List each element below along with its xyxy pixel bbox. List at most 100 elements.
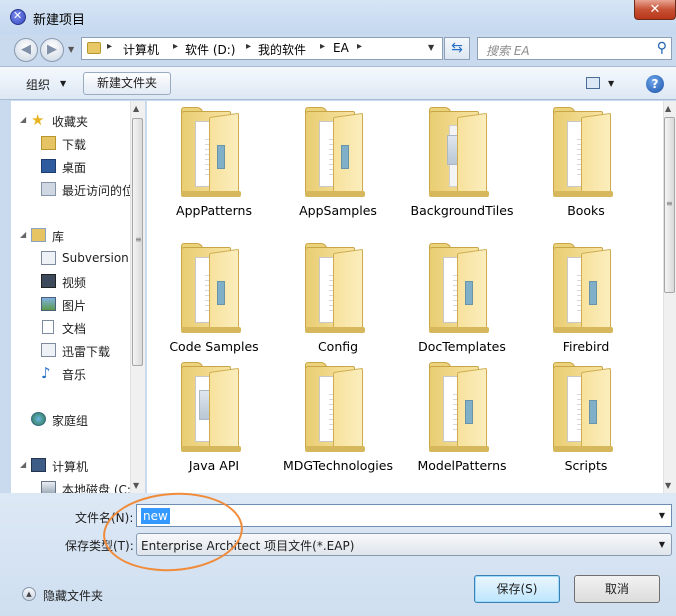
folder-tile[interactable]: Firebird <box>526 237 646 365</box>
view-options-dropdown-icon[interactable]: ▼ <box>608 79 614 88</box>
folder-tile[interactable]: AppSamples <box>278 101 398 229</box>
folder-name: Code Samples <box>169 339 259 354</box>
folder-icon <box>181 362 243 452</box>
app-icon <box>10 9 26 25</box>
music-library-icon: ♪ <box>41 364 51 382</box>
folder-name: AppPatterns <box>176 203 252 218</box>
folder-icon <box>305 243 367 333</box>
folder-tile[interactable]: Scripts <box>526 356 646 484</box>
title-bar: 新建项目 ✕ <box>0 0 676 34</box>
folder-tile[interactable]: Books <box>526 101 646 229</box>
search-input[interactable]: 搜索 EA <box>486 42 530 59</box>
breadcrumb-chevron-icon[interactable]: ▸ <box>107 41 112 52</box>
change-view-icon[interactable] <box>586 77 600 89</box>
back-button[interactable]: ◀ <box>14 38 38 62</box>
breadcrumb-chevron-icon[interactable]: ▸ <box>173 41 178 52</box>
search-icon[interactable]: ⚲ <box>657 40 667 56</box>
navigation-pane: ◢ ★ 收藏夹 下载 桌面 最近访问的位置 ◢ 库 Subversion 视频 … <box>11 101 145 493</box>
download-folder-icon <box>41 136 56 150</box>
folder-name: ModelPatterns <box>417 458 507 473</box>
annotation-highlight-oval <box>100 488 246 576</box>
desktop-icon <box>41 159 56 173</box>
scroll-grip-icon: ≡ <box>135 235 142 244</box>
sidebar-item-label: 收藏夹 <box>52 115 89 129</box>
save-button[interactable]: 保存(S) <box>474 575 560 603</box>
breadcrumb-chevron-icon[interactable]: ▸ <box>320 41 325 52</box>
scroll-down-arrow-icon[interactable]: ▼ <box>665 481 671 490</box>
recent-places-icon <box>41 182 56 196</box>
folder-icon <box>429 243 491 333</box>
library-icon <box>31 228 46 242</box>
address-bar[interactable]: ▸ 计算机 ▸ 软件 (D:) ▸ 我的软件 ▸ EA ▸ ▼ <box>81 37 443 60</box>
folder-icon <box>181 243 243 333</box>
scroll-down-arrow-icon[interactable]: ▼ <box>133 481 139 490</box>
collapse-arrow-icon[interactable]: ◢ <box>20 115 26 124</box>
breadcrumb-computer[interactable]: 计算机 <box>123 41 159 58</box>
folder-icon <box>429 107 491 197</box>
address-dropdown-icon[interactable]: ▼ <box>428 43 434 52</box>
local-disk-icon <box>41 481 56 493</box>
folder-name: Firebird <box>562 339 610 354</box>
video-library-icon <box>41 274 56 288</box>
folder-tile[interactable]: Code Samples <box>154 237 274 365</box>
refresh-button[interactable]: ⇆ <box>444 37 470 60</box>
hide-folders-toggle-icon[interactable]: ▲ <box>22 587 36 601</box>
folder-name: Books <box>567 203 605 218</box>
scroll-up-arrow-icon[interactable]: ▲ <box>133 104 139 113</box>
folder-name: Config <box>317 339 359 354</box>
forward-button[interactable]: ▶ <box>40 38 64 62</box>
filetype-dropdown-icon[interactable]: ▼ <box>659 540 665 549</box>
recent-pages-dropdown-icon[interactable]: ▼ <box>68 45 74 54</box>
breadcrumb-chevron-icon[interactable]: ▸ <box>246 41 251 52</box>
new-folder-button[interactable]: 新建文件夹 <box>83 72 171 95</box>
folder-tile[interactable]: AppPatterns <box>154 101 274 229</box>
breadcrumb-chevron-icon[interactable]: ▸ <box>357 41 362 52</box>
window-title: 新建项目 <box>33 13 86 28</box>
folder-tile[interactable]: Config <box>278 237 398 365</box>
folder-name: Scripts <box>564 458 608 473</box>
sidebar-item-label: 库 <box>52 230 65 244</box>
breadcrumb-ea[interactable]: EA <box>333 41 349 55</box>
organize-dropdown-icon[interactable]: ▼ <box>60 79 66 88</box>
sidebar-item-label: 视频 <box>62 276 87 290</box>
folder-name: DocTemplates <box>418 339 506 354</box>
sidebar-item-label: 音乐 <box>62 368 87 382</box>
folder-icon <box>553 243 615 333</box>
folder-tile[interactable]: DocTemplates <box>402 237 522 365</box>
folder-name: AppSamples <box>299 203 377 218</box>
close-button[interactable]: ✕ <box>634 0 676 20</box>
breadcrumb-drive-d[interactable]: 软件 (D:) <box>185 41 235 58</box>
folder-tile[interactable]: MDGTechnologies <box>278 356 398 484</box>
folder-tile[interactable]: ModelPatterns <box>402 356 522 484</box>
file-list: AppPatterns AppSamples BackgroundTiles B… <box>147 101 663 493</box>
command-toolbar: 组织 ▼ 新建文件夹 ▼ ? <box>0 66 676 100</box>
homegroup-icon <box>31 412 46 426</box>
folder-icon <box>429 362 491 452</box>
sidebar-item-label: 计算机 <box>52 460 89 474</box>
folder-icon <box>553 362 615 452</box>
folder-tile[interactable]: Java API <box>154 356 274 484</box>
hide-folders-label[interactable]: 隐藏文件夹 <box>43 587 103 604</box>
pictures-library-icon <box>41 297 56 311</box>
cancel-button[interactable]: 取消 <box>574 575 660 603</box>
organize-button[interactable]: 组织 <box>26 76 50 93</box>
scroll-up-arrow-icon[interactable]: ▲ <box>665 104 671 113</box>
scroll-grip-icon: ≡ <box>666 199 673 208</box>
sidebar-item-label: 家庭组 <box>52 414 89 428</box>
sidebar-item-label: 桌面 <box>62 161 87 175</box>
folder-name: Java API <box>188 458 240 473</box>
folder-icon <box>553 107 615 197</box>
help-icon[interactable]: ? <box>646 75 664 93</box>
star-icon: ★ <box>31 111 45 129</box>
collapse-arrow-icon[interactable]: ◢ <box>20 460 26 469</box>
sidebar-item-label: Subversion <box>62 251 129 265</box>
breadcrumb-my-software[interactable]: 我的软件 <box>258 41 306 58</box>
folder-tile[interactable]: BackgroundTiles <box>402 101 522 229</box>
folder-icon <box>305 107 367 197</box>
search-box[interactable]: 搜索 EA ⚲ <box>477 37 672 60</box>
computer-icon <box>31 458 46 472</box>
collapse-arrow-icon[interactable]: ◢ <box>20 230 26 239</box>
save-form: 文件名(N): new ▼ 保存类型(T): Enterprise Archit… <box>0 488 676 616</box>
filename-history-dropdown-icon[interactable]: ▼ <box>659 511 665 520</box>
sidebar-item-label: 图片 <box>62 299 87 313</box>
